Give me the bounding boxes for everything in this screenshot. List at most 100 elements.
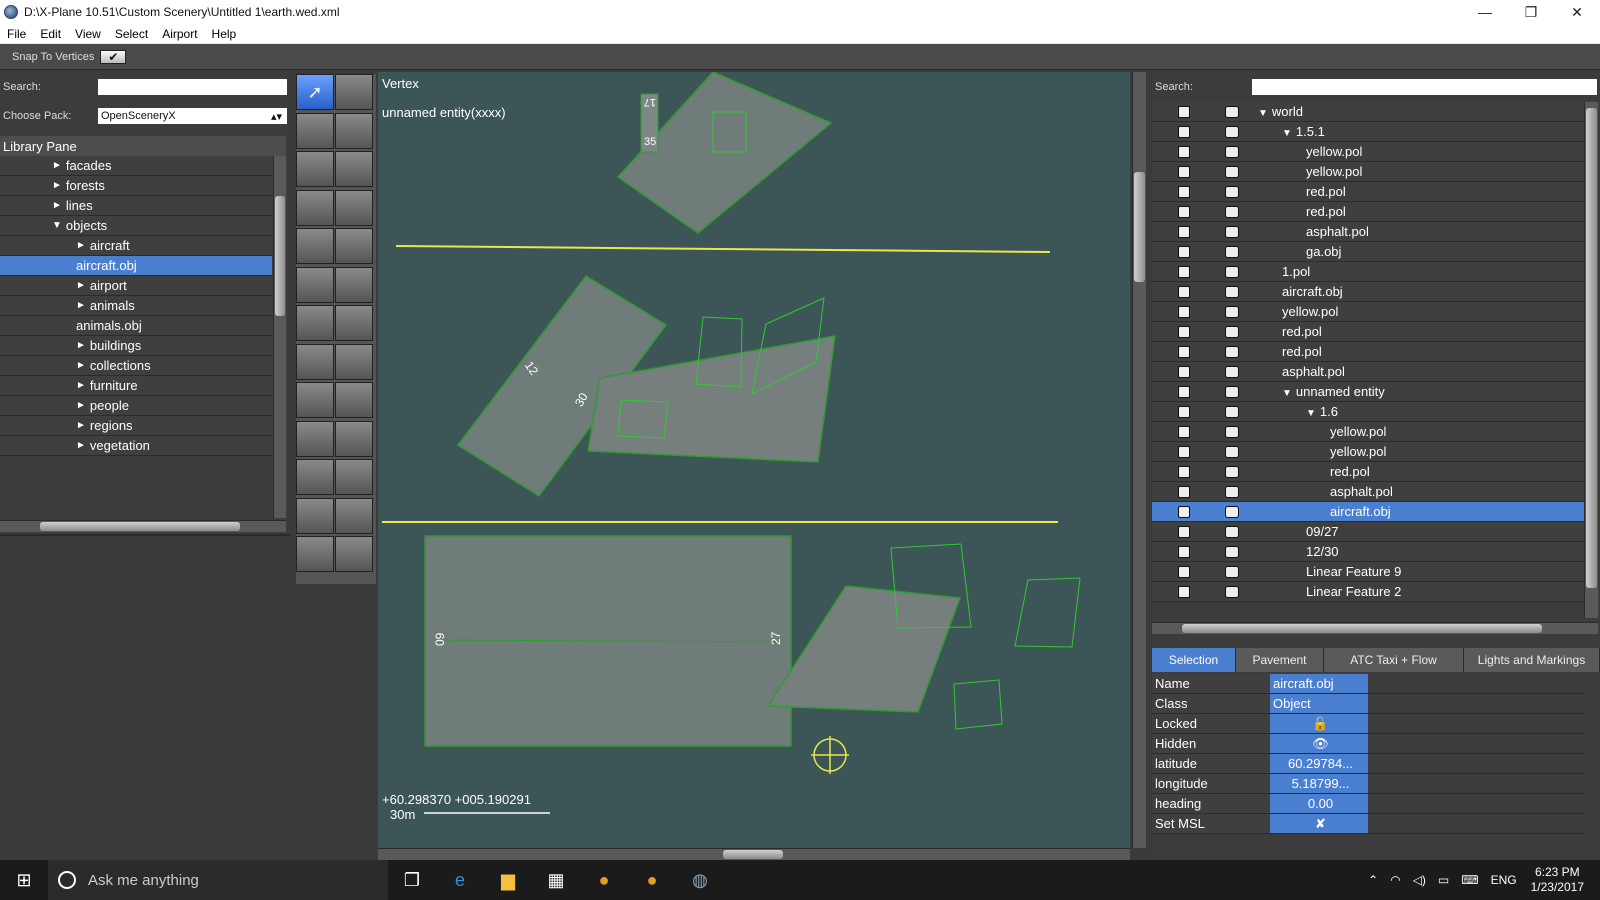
visibility-eye-icon[interactable] xyxy=(1225,566,1239,578)
expanded-triangle-icon[interactable]: ▼ xyxy=(1306,408,1316,419)
library-item[interactable]: ► vegetation xyxy=(0,436,272,456)
collapsed-triangle-icon[interactable]: ► xyxy=(52,160,62,171)
snap-to-vertices-checkbox[interactable]: ✔ xyxy=(100,49,127,64)
facade-tool[interactable] xyxy=(296,343,334,380)
visibility-eye-icon[interactable] xyxy=(1225,546,1239,558)
sealane-tool[interactable] xyxy=(296,151,334,187)
lock-icon[interactable] xyxy=(1178,186,1190,198)
visibility-eye-icon[interactable] xyxy=(1225,526,1239,538)
library-hscroll-thumb[interactable] xyxy=(40,522,240,531)
visibility-eye-icon[interactable] xyxy=(1225,106,1239,118)
library-item[interactable]: aircraft.obj xyxy=(0,256,272,276)
property-value[interactable]: aircraft.obj xyxy=(1270,674,1368,693)
tab-atc-taxi-flow[interactable]: ATC Taxi + Flow xyxy=(1324,648,1464,672)
hierarchy-vscrollbar[interactable] xyxy=(1584,102,1598,618)
visibility-eye-icon[interactable] xyxy=(1225,366,1239,378)
chrome-icon[interactable]: ● xyxy=(628,860,676,900)
visibility-eye-icon[interactable] xyxy=(1225,206,1239,218)
expanded-triangle-icon[interactable]: ▼ xyxy=(1258,108,1268,119)
runway-tool[interactable] xyxy=(296,112,334,149)
library-search-input[interactable] xyxy=(98,79,287,95)
language-indicator[interactable]: ENG xyxy=(1491,873,1517,887)
lock-icon[interactable] xyxy=(1178,326,1190,338)
hierarchy-row[interactable]: ▼ 1.5.1 xyxy=(1152,122,1584,142)
library-hscrollbar[interactable] xyxy=(0,520,286,532)
helipad-tool[interactable] xyxy=(335,112,373,149)
boundary-tool[interactable] xyxy=(296,305,334,341)
show-hidden-icon[interactable]: ⌃ xyxy=(1368,873,1378,887)
hierarchy-row[interactable]: Linear Feature 9 xyxy=(1152,562,1584,582)
menu-help[interactable]: Help xyxy=(205,27,244,41)
lock-icon[interactable] xyxy=(1178,346,1190,358)
collapsed-triangle-icon[interactable]: ► xyxy=(76,380,86,391)
tab-selection[interactable]: Selection xyxy=(1152,648,1236,672)
visibility-eye-icon[interactable] xyxy=(1225,326,1239,338)
lock-icon[interactable] xyxy=(1178,526,1190,538)
visibility-eye-icon[interactable] xyxy=(1225,346,1239,358)
object-footprint[interactable] xyxy=(1014,577,1081,648)
hierarchy-search-input[interactable] xyxy=(1252,79,1597,95)
network-icon[interactable]: ◠ xyxy=(1390,873,1400,887)
visibility-eye-icon[interactable] xyxy=(1225,146,1239,158)
hierarchy-row[interactable]: yellow.pol xyxy=(1152,142,1584,162)
string-tool[interactable] xyxy=(335,420,373,457)
lock-icon[interactable] xyxy=(1178,486,1190,498)
menu-edit[interactable]: Edit xyxy=(33,27,68,41)
lock-icon[interactable] xyxy=(1178,266,1190,278)
windows-start-icon[interactable]: ⊞ xyxy=(0,860,48,900)
lock-icon[interactable] xyxy=(1178,566,1190,578)
lock-icon[interactable] xyxy=(1178,226,1190,238)
lock-icon[interactable] xyxy=(1178,166,1190,178)
truck-destination-tool[interactable] xyxy=(335,536,373,572)
menu-select[interactable]: Select xyxy=(108,27,155,41)
lock-icon[interactable] xyxy=(1178,586,1190,598)
collapsed-triangle-icon[interactable]: ► xyxy=(76,400,86,411)
library-item[interactable]: ► aircraft xyxy=(0,236,272,256)
hierarchy-row[interactable]: red.pol xyxy=(1152,342,1584,362)
hierarchy-row[interactable]: ▼ 1.6 xyxy=(1152,402,1584,422)
clock[interactable]: 6:23 PM 1/23/2017 xyxy=(1531,865,1584,895)
visibility-eye-icon[interactable] xyxy=(1225,266,1239,278)
asphalt-polygon[interactable] xyxy=(766,585,962,713)
wall-tool[interactable] xyxy=(335,382,373,418)
property-value[interactable]: 🔓 xyxy=(1270,714,1368,733)
visibility-eye-icon[interactable] xyxy=(1225,306,1239,318)
library-item[interactable]: ► forests xyxy=(0,176,272,196)
property-value[interactable]: 60.29784... xyxy=(1270,754,1368,773)
lock-icon[interactable] xyxy=(1178,466,1190,478)
visibility-eye-icon[interactable] xyxy=(1225,186,1239,198)
hierarchy-hscroll-thumb[interactable] xyxy=(1182,624,1542,633)
blank-tool[interactable] xyxy=(335,497,373,534)
hierarchy-row[interactable]: 09/27 xyxy=(1152,522,1584,542)
library-item[interactable]: ► people xyxy=(0,396,272,416)
cortana-search[interactable]: Ask me anything xyxy=(48,860,388,900)
lock-icon[interactable] xyxy=(1178,306,1190,318)
library-vscrollbar[interactable] xyxy=(273,156,286,518)
hierarchy-row[interactable]: ▼ world xyxy=(1152,102,1584,122)
hierarchy-row[interactable]: ga.obj xyxy=(1152,242,1584,262)
visibility-eye-icon[interactable] xyxy=(1225,466,1239,478)
menu-file[interactable]: File xyxy=(0,27,33,41)
hierarchy-row[interactable]: Linear Feature 2 xyxy=(1152,582,1584,602)
library-item[interactable]: ► airport xyxy=(0,276,272,296)
notification-icon[interactable]: ▭ xyxy=(1438,873,1449,887)
hierarchy-row[interactable]: yellow.pol xyxy=(1152,302,1584,322)
file-explorer-icon[interactable]: ▆ xyxy=(484,860,532,900)
library-item[interactable]: ► buildings xyxy=(0,336,272,356)
lock-icon[interactable] xyxy=(1178,426,1190,438)
hierarchy-row[interactable]: yellow.pol xyxy=(1152,442,1584,462)
library-item[interactable]: ► furniture xyxy=(0,376,272,396)
lock-icon[interactable] xyxy=(1178,286,1190,298)
hierarchy-row[interactable]: yellow.pol xyxy=(1152,162,1584,182)
tab-pavement[interactable]: Pavement xyxy=(1236,648,1324,672)
store-icon[interactable]: ▦ xyxy=(532,860,580,900)
marquee-tool[interactable] xyxy=(335,74,373,110)
hierarchy-row[interactable]: asphalt.pol xyxy=(1152,362,1584,382)
menu-airport[interactable]: Airport xyxy=(155,27,204,41)
map-view[interactable]: 17 35 12 30 09 27 Vertex unnamed entity(… xyxy=(378,72,1130,848)
lock-icon[interactable] xyxy=(1178,406,1190,418)
line-tool[interactable] xyxy=(296,459,334,495)
visibility-eye-icon[interactable] xyxy=(1225,586,1239,598)
expanded-triangle-icon[interactable]: ▼ xyxy=(52,220,62,231)
library-item[interactable]: ► animals xyxy=(0,296,272,316)
